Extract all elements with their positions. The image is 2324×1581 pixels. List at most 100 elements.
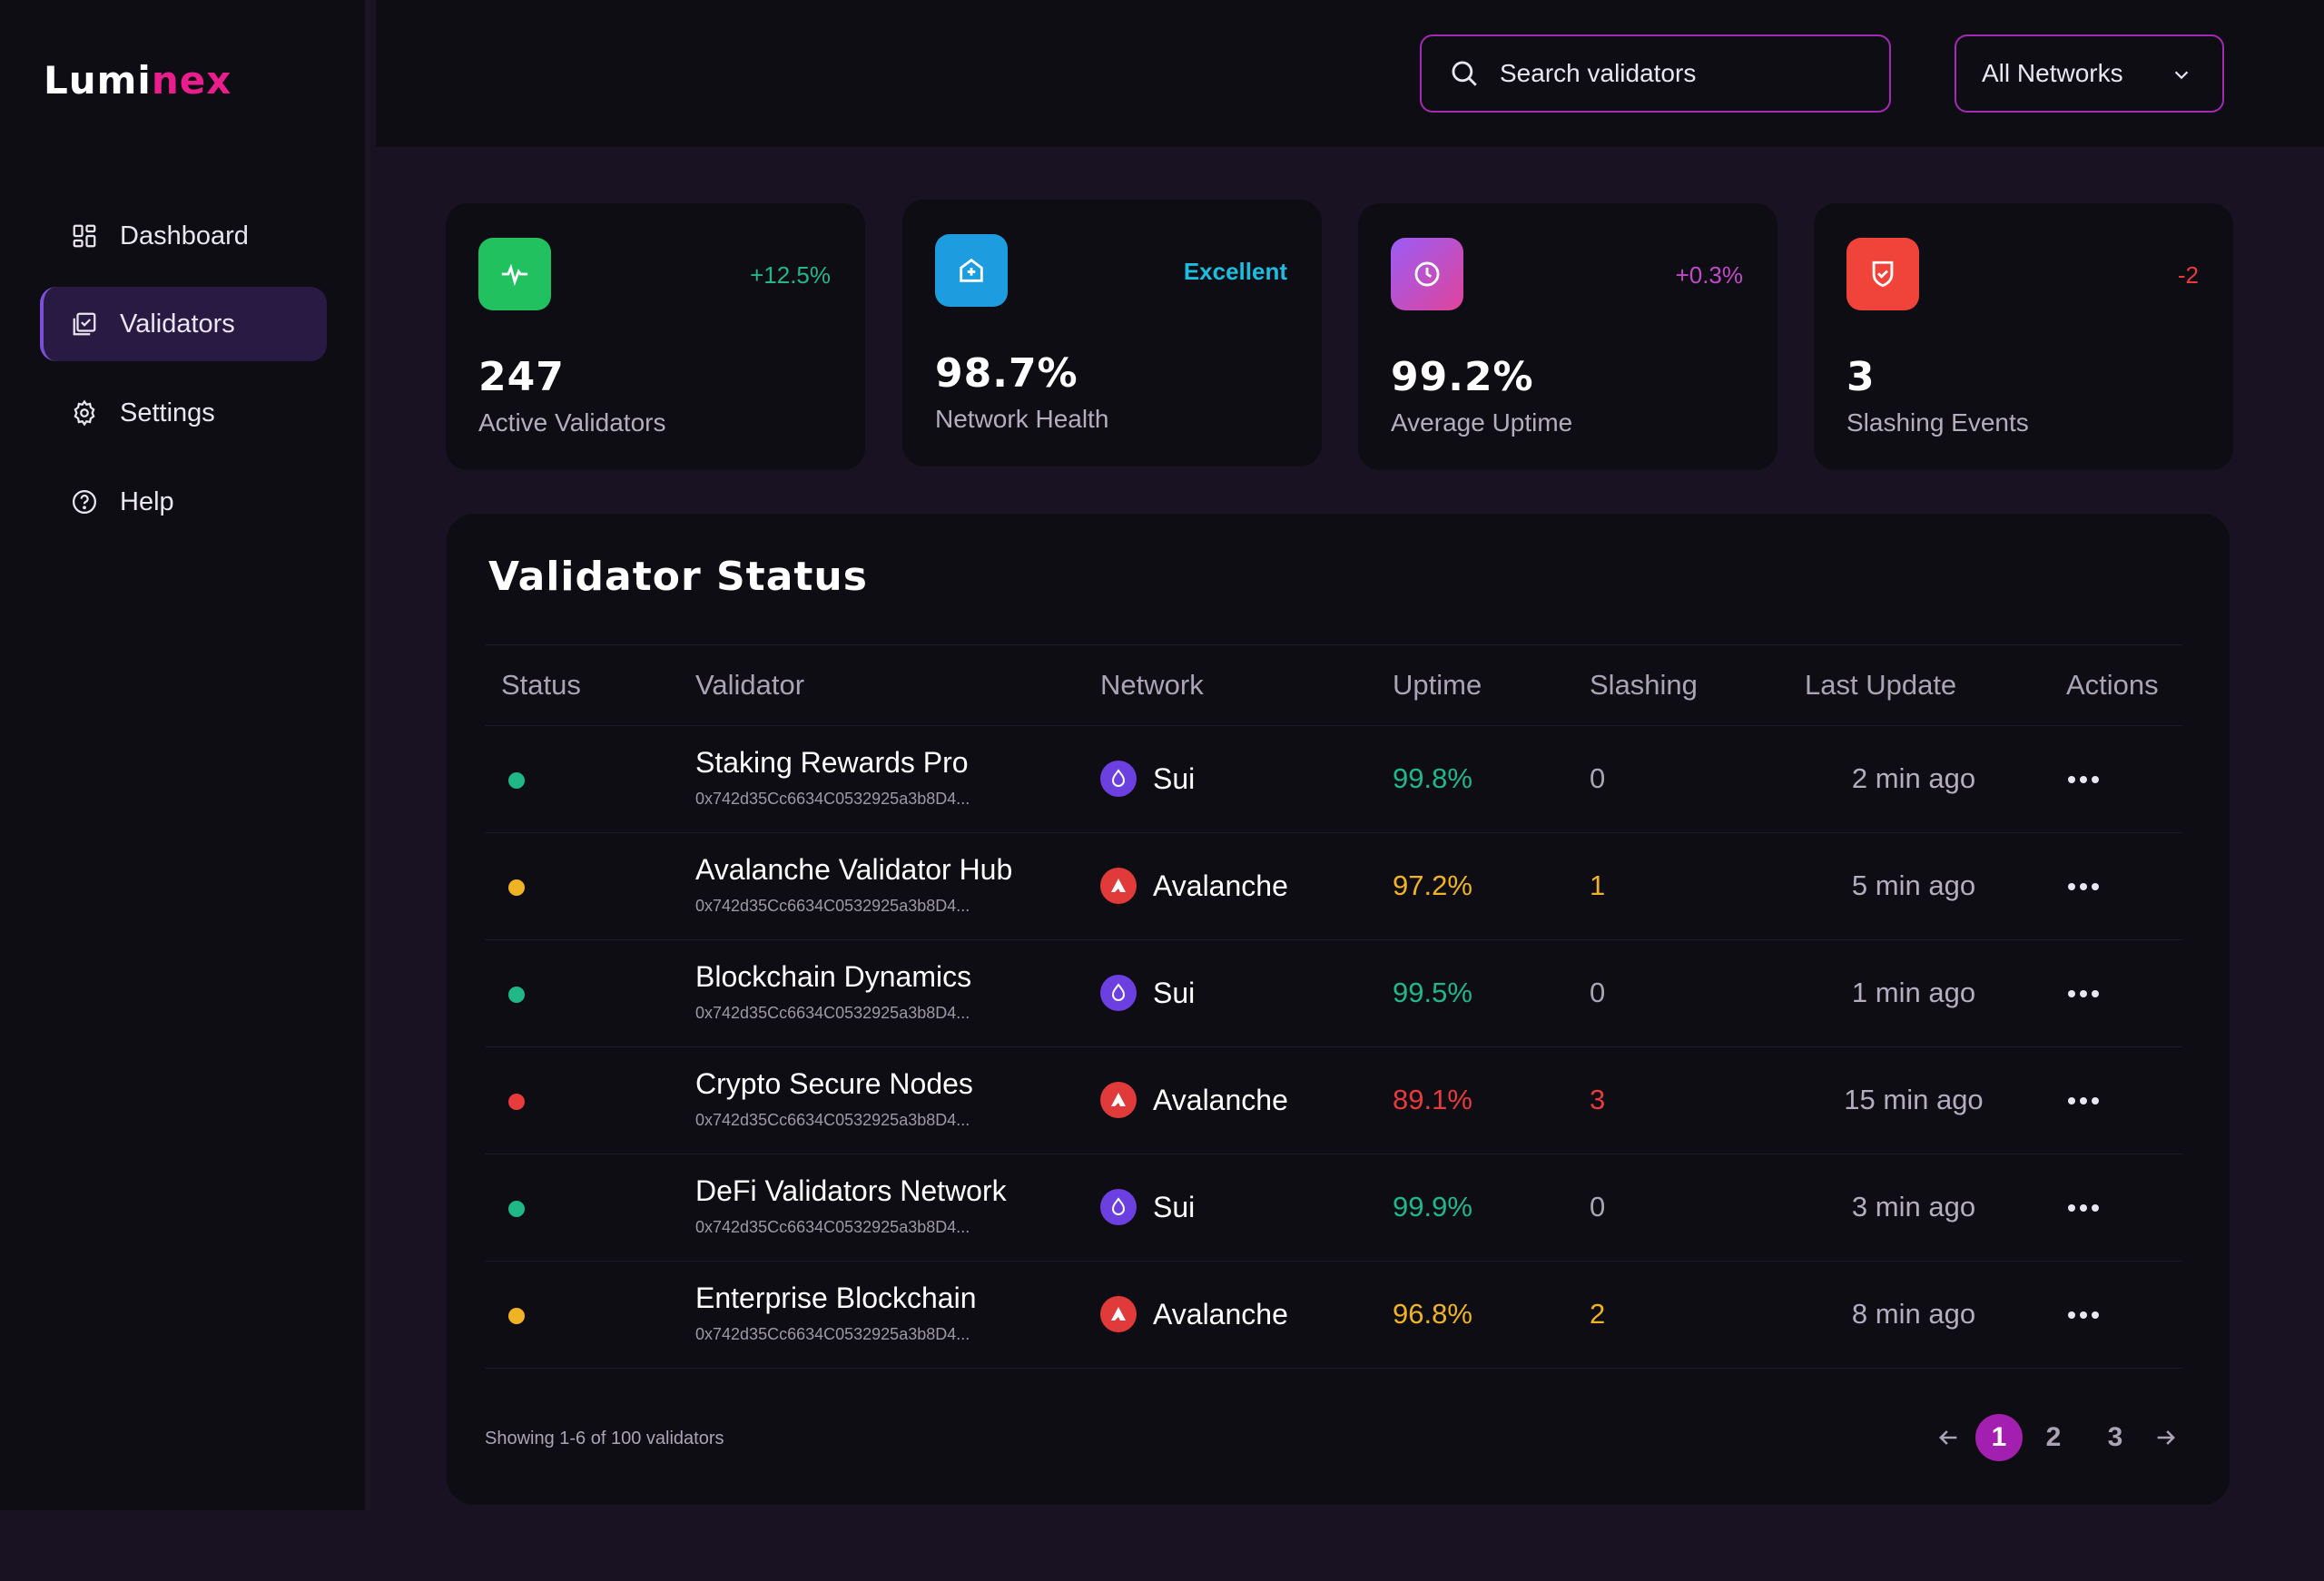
table-row[interactable]: DeFi Validators Network 0x742d35Cc6634C05…	[485, 1154, 2182, 1262]
more-actions-icon[interactable]	[2061, 980, 2106, 1007]
network-name: Avalanche	[1153, 1084, 1288, 1116]
table-row[interactable]: Blockchain Dynamics 0x742d35Cc6634C053292…	[485, 940, 2182, 1047]
shield-icon	[1846, 238, 1919, 310]
validator-address: 0x742d35Cc6634C0532925a3b8D4...	[695, 1218, 970, 1236]
network-name: Avalanche	[1153, 1298, 1288, 1331]
validator-address: 0x742d35Cc6634C0532925a3b8D4...	[695, 1004, 970, 1022]
more-actions-icon[interactable]	[2061, 1087, 2106, 1115]
arrow-left-icon[interactable]	[1935, 1425, 1961, 1450]
uptime-value: 99.5%	[1393, 977, 1472, 1008]
network-name: Sui	[1153, 762, 1196, 795]
validator-name: Avalanche Validator Hub	[695, 853, 1013, 886]
panel-title: Validator Status	[488, 554, 868, 600]
sidebar-item-label: Validators	[120, 309, 235, 339]
table-row[interactable]: Avalanche Validator Hub 0x742d35Cc6634C05…	[485, 833, 2182, 940]
slashing-value: 0	[1590, 1191, 1606, 1223]
column-header-last-update: Last Update	[1805, 669, 1957, 701]
stat-label: Active Validators	[478, 408, 666, 437]
chevron-down-icon	[2174, 71, 2189, 80]
status-dot	[508, 1094, 525, 1110]
validator-name: Staking Rewards Pro	[695, 746, 969, 779]
column-header-slashing: Slashing	[1590, 669, 1698, 701]
uptime-value: 96.8%	[1393, 1298, 1472, 1330]
stat-change: +12.5%	[750, 261, 831, 289]
validator-name: Blockchain Dynamics	[695, 960, 972, 993]
last-update: 8 min ago	[1851, 1298, 1976, 1330]
dashboard-icon	[73, 224, 96, 248]
sidebar-item-help[interactable]: Help	[40, 465, 327, 539]
sidebar-item-label: Settings	[120, 398, 215, 427]
slashing-value: 1	[1590, 869, 1606, 901]
validator-address: 0x742d35Cc6634C0532925a3b8D4...	[695, 1325, 970, 1343]
page-button-2[interactable]: 2	[2037, 1414, 2070, 1461]
table-row[interactable]: Enterprise Blockchain 0x742d35Cc6634C0532…	[485, 1262, 2182, 1369]
table-row[interactable]: Staking Rewards Pro 0x742d35Cc6634C053292…	[485, 726, 2182, 833]
stat-card-slashing-events: -2 3 Slashing Events	[1814, 203, 2233, 470]
stat-card-network-health: Excellent 98.7% Network Health	[902, 200, 1322, 466]
validator-address: 0x742d35Cc6634C0532925a3b8D4...	[695, 1111, 970, 1129]
stat-value: 99.2%	[1391, 354, 1534, 400]
brand-name-part1: Lumi	[44, 58, 152, 103]
stat-change: -2	[2177, 261, 2199, 289]
sidebar-item-settings[interactable]: Settings	[40, 376, 327, 450]
arrow-right-icon[interactable]	[2153, 1425, 2179, 1450]
network-name: Sui	[1153, 977, 1196, 1009]
validator-name: Crypto Secure Nodes	[695, 1067, 973, 1100]
help-icon	[73, 490, 96, 514]
column-header-actions: Actions	[2066, 669, 2159, 701]
stat-change: +0.3%	[1675, 261, 1743, 289]
more-actions-icon[interactable]	[2061, 766, 2106, 793]
search-icon	[1452, 61, 1477, 86]
network-select[interactable]: All Networks	[1955, 34, 2224, 113]
more-actions-icon[interactable]	[2061, 1301, 2106, 1329]
network-name: Sui	[1153, 1191, 1196, 1223]
pagination-summary: Showing 1-6 of 100 validators	[485, 1429, 724, 1448]
last-update: 15 min ago	[1844, 1084, 1984, 1115]
sidebar-item-validators[interactable]: Validators	[40, 287, 327, 361]
last-update: 1 min ago	[1851, 977, 1976, 1008]
validator-name: Enterprise Blockchain	[695, 1281, 977, 1314]
sidebar-item-dashboard[interactable]: Dashboard	[40, 199, 327, 273]
brand-name-part2: nex	[151, 58, 232, 103]
page-button-3[interactable]: 3	[2099, 1414, 2132, 1461]
health-icon	[935, 234, 1008, 307]
stat-value: 247	[478, 354, 565, 400]
validator-address: 0x742d35Cc6634C0532925a3b8D4...	[695, 897, 970, 915]
status-dot	[508, 772, 525, 789]
status-dot	[508, 1308, 525, 1324]
stat-label: Slashing Events	[1846, 408, 2029, 437]
stat-change: Excellent	[1183, 258, 1287, 285]
last-update: 2 min ago	[1851, 762, 1976, 794]
last-update: 3 min ago	[1851, 1191, 1976, 1223]
stat-label: Network Health	[935, 405, 1109, 433]
stat-card-average-uptime: +0.3% 99.2% Average Uptime	[1358, 203, 1777, 470]
slashing-value: 3	[1590, 1084, 1606, 1115]
activity-icon	[478, 238, 551, 310]
page-button-1[interactable]: 1	[1975, 1414, 2023, 1461]
status-dot	[508, 987, 525, 1003]
more-actions-icon[interactable]	[2061, 1194, 2106, 1222]
brand-logo[interactable]: Luminex	[44, 58, 231, 103]
uptime-value: 99.9%	[1393, 1191, 1472, 1223]
last-update: 5 min ago	[1851, 869, 1976, 901]
slashing-value: 2	[1590, 1298, 1606, 1330]
sidebar-item-label: Dashboard	[120, 221, 249, 250]
validators-icon	[73, 312, 96, 336]
network-select-value: All Networks	[1982, 59, 2123, 87]
slashing-value: 0	[1590, 762, 1606, 794]
clock-icon	[1391, 238, 1463, 310]
stat-value: 98.7%	[935, 350, 1078, 397]
table-row[interactable]: Crypto Secure Nodes 0x742d35Cc6634C053292…	[485, 1047, 2182, 1154]
more-actions-icon[interactable]	[2061, 873, 2106, 900]
uptime-value: 97.2%	[1393, 869, 1472, 901]
table-header: Status Validator Network Uptime Slashing…	[485, 644, 2182, 726]
uptime-value: 89.1%	[1393, 1084, 1472, 1115]
slashing-value: 0	[1590, 977, 1606, 1008]
stat-value: 3	[1846, 354, 1876, 400]
column-header-status: Status	[501, 669, 581, 701]
column-header-validator: Validator	[695, 669, 805, 701]
stat-card-active-validators: +12.5% 247 Active Validators	[446, 203, 865, 470]
network-name: Avalanche	[1153, 869, 1288, 902]
search-input[interactable]: Search validators	[1420, 34, 1891, 113]
avalanche-icon	[1100, 1082, 1137, 1118]
